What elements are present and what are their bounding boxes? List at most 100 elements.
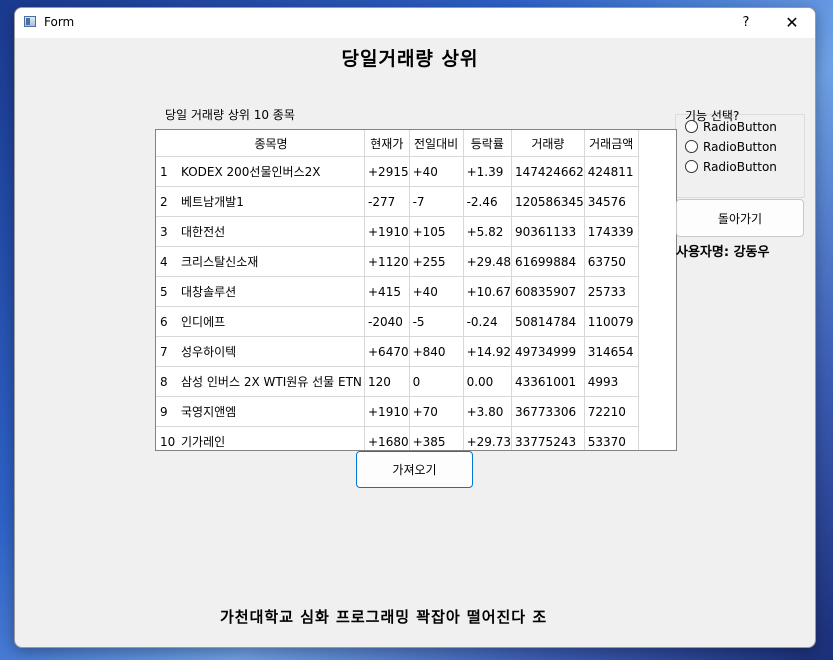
volume-cell[interactable]: 36773306 <box>511 396 585 427</box>
volume-cell[interactable]: 61699884 <box>511 246 585 277</box>
header-current-price[interactable]: 현재가 <box>364 130 410 157</box>
stock-name-cell[interactable]: 대한전선 <box>178 216 365 247</box>
change-rate-cell[interactable]: +14.92 <box>463 336 513 367</box>
radio-circle-icon <box>685 160 698 173</box>
table-row[interactable]: 8 삼성 인버스 2X WTI원유 선물 ETN 120 0 0.00 43361001 4… <box>156 366 639 397</box>
row-number-cell[interactable]: 5 <box>156 276 178 307</box>
current-price-cell[interactable]: +1910 <box>364 396 410 427</box>
top10-table[interactable]: 종목명 현재가 전일대비 등락률 거래량 거래금액 1 KODEX 200선물인버… <box>155 129 677 451</box>
row-number-cell[interactable]: 6 <box>156 306 178 337</box>
radio-button-2[interactable]: RadioButton <box>685 140 777 154</box>
table-row[interactable]: 10 기가레인 +1680 +385 +29.73 33775243 53370 <box>156 426 639 450</box>
radio-button-3[interactable]: RadioButton <box>685 160 777 174</box>
amount-cell[interactable]: 25733 <box>584 276 639 307</box>
current-price-cell[interactable]: -2040 <box>364 306 410 337</box>
change-cell[interactable]: 0 <box>409 366 464 397</box>
change-cell[interactable]: -7 <box>409 186 464 217</box>
header-change-rate[interactable]: 등락률 <box>463 130 513 157</box>
change-cell[interactable]: +840 <box>409 336 464 367</box>
amount-cell[interactable]: 314654 <box>584 336 639 367</box>
table-row[interactable]: 9 국영지앤엠 +1910 +70 +3.80 36773306 72210 <box>156 396 639 427</box>
row-number-cell[interactable]: 1 <box>156 156 178 187</box>
volume-cell[interactable]: 50814784 <box>511 306 585 337</box>
change-cell[interactable]: +40 <box>409 156 464 187</box>
change-rate-cell[interactable]: +10.67 <box>463 276 513 307</box>
current-price-cell[interactable]: +1120 <box>364 246 410 277</box>
change-rate-cell[interactable]: 0.00 <box>463 366 513 397</box>
change-cell[interactable]: +40 <box>409 276 464 307</box>
amount-cell[interactable]: 34576 <box>584 186 639 217</box>
stock-name-cell[interactable]: 인디에프 <box>178 306 365 337</box>
stock-name-cell[interactable]: 성우하이텍 <box>178 336 365 367</box>
fetch-button[interactable]: 가져오기 <box>356 451 473 488</box>
help-button[interactable]: ? <box>731 11 761 35</box>
volume-cell[interactable]: 147424662 <box>511 156 585 187</box>
current-price-cell[interactable]: +2915 <box>364 156 410 187</box>
table-row[interactable]: 7 성우하이텍 +6470 +840 +14.92 49734999 314654 <box>156 336 639 367</box>
amount-cell[interactable]: 424811 <box>584 156 639 187</box>
stock-name-cell[interactable]: 기가레인 <box>178 426 365 450</box>
header-change[interactable]: 전일대비 <box>409 130 464 157</box>
row-number-cell[interactable]: 4 <box>156 246 178 277</box>
table-row[interactable]: 1 KODEX 200선물인버스2X +2915 +40 +1.39 147424662 4… <box>156 156 639 187</box>
row-number-cell[interactable]: 10 <box>156 426 178 450</box>
volume-cell[interactable]: 43361001 <box>511 366 585 397</box>
change-cell[interactable]: +385 <box>409 426 464 450</box>
volume-cell[interactable]: 33775243 <box>511 426 585 450</box>
table-row[interactable]: 6 인디에프 -2040 -5 -0.24 50814784 110079 <box>156 306 639 337</box>
current-price-cell[interactable]: +415 <box>364 276 410 307</box>
volume-cell[interactable]: 90361133 <box>511 216 585 247</box>
stock-name-cell[interactable]: 베트남개발1 <box>178 186 365 217</box>
amount-cell[interactable]: 72210 <box>584 396 639 427</box>
row-number-cell[interactable]: 7 <box>156 336 178 367</box>
page-title: 당일거래량 상위 <box>341 48 479 70</box>
stock-name-cell[interactable]: 삼성 인버스 2X WTI원유 선물 ETN <box>178 366 365 397</box>
current-price-cell[interactable]: +1910 <box>364 216 410 247</box>
window-title: Form <box>44 15 75 29</box>
change-rate-cell[interactable]: +1.39 <box>463 156 513 187</box>
change-rate-cell[interactable]: -0.24 <box>463 306 513 337</box>
radio-circle-icon <box>685 120 698 133</box>
stock-name-cell[interactable]: 대창솔루션 <box>178 276 365 307</box>
header-volume[interactable]: 거래량 <box>511 130 585 157</box>
change-cell[interactable]: +70 <box>409 396 464 427</box>
current-price-cell[interactable]: +1680 <box>364 426 410 450</box>
volume-cell[interactable]: 49734999 <box>511 336 585 367</box>
stock-name-cell[interactable]: 국영지앤엠 <box>178 396 365 427</box>
row-number-cell[interactable]: 3 <box>156 216 178 247</box>
stock-name-cell[interactable]: KODEX 200선물인버스2X <box>178 156 365 187</box>
form-window: Form ? ✕ 당일거래량 상위 기능 선택? 당일 거래량 상위 10 종목… <box>14 7 816 648</box>
close-button[interactable]: ✕ <box>775 11 809 35</box>
change-cell[interactable]: -5 <box>409 306 464 337</box>
row-number-cell[interactable]: 2 <box>156 186 178 217</box>
table-row[interactable]: 2 베트남개발1 -277 -7 -2.46 120586345 34576 <box>156 186 639 217</box>
amount-cell[interactable]: 4993 <box>584 366 639 397</box>
amount-cell[interactable]: 174339 <box>584 216 639 247</box>
current-price-cell[interactable]: -277 <box>364 186 410 217</box>
amount-cell[interactable]: 63750 <box>584 246 639 277</box>
table-row[interactable]: 4 크리스탈신소재 +1120 +255 +29.48 61699884 63750 <box>156 246 639 277</box>
volume-cell[interactable]: 120586345 <box>511 186 585 217</box>
current-price-cell[interactable]: +6470 <box>364 336 410 367</box>
table-row[interactable]: 5 대창솔루션 +415 +40 +10.67 60835907 25733 <box>156 276 639 307</box>
change-rate-cell[interactable]: +5.82 <box>463 216 513 247</box>
stock-name-cell[interactable]: 크리스탈신소재 <box>178 246 365 277</box>
current-price-cell[interactable]: 120 <box>364 366 410 397</box>
change-rate-cell[interactable]: -2.46 <box>463 186 513 217</box>
amount-cell[interactable]: 110079 <box>584 306 639 337</box>
change-cell[interactable]: +255 <box>409 246 464 277</box>
radio-button-1[interactable]: RadioButton <box>685 120 777 134</box>
header-amount[interactable]: 거래금액 <box>584 130 639 157</box>
row-number-cell[interactable]: 8 <box>156 366 178 397</box>
volume-cell[interactable]: 60835907 <box>511 276 585 307</box>
back-button[interactable]: 돌아가기 <box>676 199 804 237</box>
change-rate-cell[interactable]: +29.48 <box>463 246 513 277</box>
row-number-cell[interactable]: 9 <box>156 396 178 427</box>
header-stock-name[interactable]: 종목명 <box>178 130 365 157</box>
table-row[interactable]: 3 대한전선 +1910 +105 +5.82 90361133 174339 <box>156 216 639 247</box>
change-cell[interactable]: +105 <box>409 216 464 247</box>
change-rate-cell[interactable]: +3.80 <box>463 396 513 427</box>
radio-label: RadioButton <box>703 140 777 154</box>
amount-cell[interactable]: 53370 <box>584 426 639 450</box>
change-rate-cell[interactable]: +29.73 <box>463 426 513 450</box>
